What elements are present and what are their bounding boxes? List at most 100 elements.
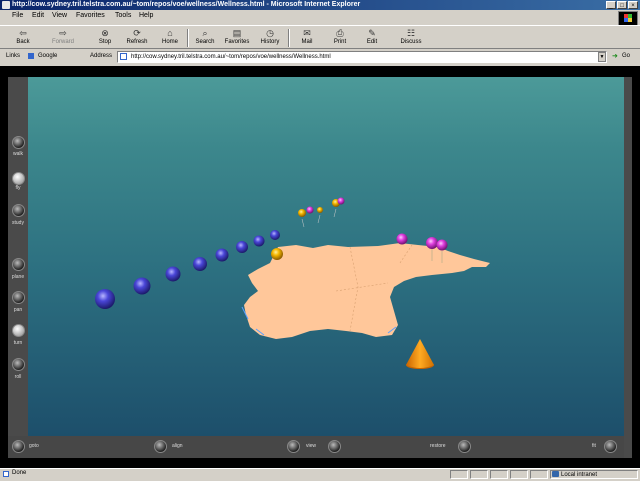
maximize-button[interactable]: □ <box>617 1 627 9</box>
sphere-marker <box>236 241 248 253</box>
zone-text: Local intranet <box>561 472 598 478</box>
intranet-icon <box>552 471 559 477</box>
address-dropdown-icon[interactable]: ▼ <box>598 52 606 62</box>
stop-button[interactable]: ⊗ Stop <box>90 27 120 49</box>
menu-file[interactable]: File <box>12 12 23 19</box>
history-button[interactable]: ◷ History <box>255 27 285 49</box>
favorites-icon: ▤ <box>232 28 242 38</box>
title-bar: http://cow.sydney.tril.telstra.com.au/~t… <box>0 0 640 10</box>
align-label: align <box>172 443 183 449</box>
close-button[interactable]: × <box>628 1 638 9</box>
sphere-marker <box>270 230 280 240</box>
pin-marker <box>426 237 438 249</box>
sphere-marker <box>95 289 115 309</box>
window-title: http://cow.sydney.tril.telstra.com.au/~t… <box>12 1 361 8</box>
menu-favorites[interactable]: Favorites <box>76 12 105 19</box>
status-pane <box>510 470 528 479</box>
forward-button[interactable]: ⇨ Forward <box>48 27 78 49</box>
standard-toolbar: ⇦ Back ⇨ Forward ⊗ Stop ⟳ Refresh ⌂ Home ⌕ Sea… <box>0 25 640 49</box>
back-button[interactable]: ⇦ Back <box>8 27 38 49</box>
study-button[interactable] <box>12 204 25 217</box>
sphere-marker <box>193 257 207 271</box>
turn-button[interactable] <box>12 324 25 337</box>
menu-view[interactable]: View <box>52 12 67 19</box>
status-pane <box>450 470 468 479</box>
turn-label: turn <box>13 340 23 346</box>
go-arrow-icon[interactable]: ➜ <box>612 52 618 60</box>
page-icon <box>120 53 127 60</box>
restore-label: restore <box>430 443 446 449</box>
links-label[interactable]: Links <box>6 53 20 59</box>
toolbar-separator <box>288 29 290 47</box>
walk-label: walk <box>12 151 23 157</box>
view-next-button[interactable] <box>328 440 341 453</box>
page-done-icon <box>3 471 9 477</box>
menu-edit[interactable]: Edit <box>32 12 44 19</box>
print-icon: ⎙ <box>336 28 344 38</box>
viewer-right-edge <box>624 77 632 458</box>
gold-marker <box>271 248 283 260</box>
zone-pane: Local intranet <box>550 470 638 479</box>
status-pane <box>490 470 508 479</box>
3d-scene[interactable] <box>28 77 624 436</box>
refresh-icon: ⟳ <box>133 28 141 38</box>
fly-button[interactable] <box>12 172 25 185</box>
fly-label: fly <box>15 185 21 191</box>
sphere-marker <box>133 277 151 295</box>
mail-button[interactable]: ✉ Mail <box>292 27 322 49</box>
view-prev-button[interactable] <box>287 440 300 453</box>
menu-tools[interactable]: Tools <box>115 12 131 19</box>
forward-arrow-icon: ⇨ <box>59 28 67 38</box>
goto-button[interactable] <box>12 440 25 453</box>
sphere-marker <box>215 248 229 262</box>
navigation-panel <box>8 77 28 436</box>
view-label: view <box>306 443 317 449</box>
search-icon: ⌕ <box>202 28 208 38</box>
edit-button[interactable]: ✎ Edit <box>357 27 387 49</box>
plane-label: plane <box>11 274 25 280</box>
pin-marker <box>396 233 408 245</box>
home-button[interactable]: ⌂ Home <box>155 27 185 49</box>
google-link[interactable]: Google <box>38 53 57 59</box>
status-text: Done <box>12 470 27 476</box>
stop-icon: ⊗ <box>101 28 109 38</box>
back-arrow-icon: ⇦ <box>19 28 27 38</box>
go-button[interactable]: Go <box>622 53 630 59</box>
windows-logo-icon <box>618 11 638 26</box>
mail-icon: ✉ <box>303 28 311 38</box>
sphere-marker <box>253 235 265 247</box>
walk-button[interactable] <box>12 136 25 149</box>
favorites-button[interactable]: ▤ Favorites <box>222 27 252 49</box>
study-label: study <box>12 220 24 226</box>
google-icon <box>28 53 34 59</box>
address-label: Address <box>90 53 113 59</box>
refresh-button[interactable]: ⟳ Refresh <box>122 27 152 49</box>
search-button[interactable]: ⌕ Search <box>190 27 220 49</box>
address-value: http://cow.sydney.tril.telstra.com.au/~t… <box>131 54 331 60</box>
fit-label: fit <box>592 443 596 449</box>
toolbar-separator <box>187 29 189 47</box>
print-button[interactable]: ⎙ Print <box>325 27 355 49</box>
cone-marker <box>406 339 434 369</box>
minimize-button[interactable]: _ <box>606 1 616 9</box>
menu-bar: File Edit View Favorites Tools Help <box>0 10 640 24</box>
edit-icon: ✎ <box>368 28 376 38</box>
fit-button[interactable] <box>604 440 617 453</box>
pan-button[interactable] <box>12 291 25 304</box>
restore-button[interactable] <box>458 440 471 453</box>
plane-button[interactable] <box>12 258 25 271</box>
menu-help[interactable]: Help <box>139 12 153 19</box>
pin-marker <box>436 239 448 251</box>
roll-label: roll <box>14 374 22 380</box>
sphere-marker <box>165 266 181 282</box>
goto-label: goto <box>29 443 39 449</box>
discuss-button[interactable]: ☷ Discuss <box>396 27 426 49</box>
home-icon: ⌂ <box>167 28 173 38</box>
history-icon: ◷ <box>266 28 274 38</box>
status-pane <box>470 470 488 479</box>
discuss-icon: ☷ <box>406 28 416 38</box>
ie-logo-icon <box>2 1 10 9</box>
pan-label: pan <box>13 307 23 313</box>
align-button[interactable] <box>154 440 167 453</box>
roll-button[interactable] <box>12 358 25 371</box>
